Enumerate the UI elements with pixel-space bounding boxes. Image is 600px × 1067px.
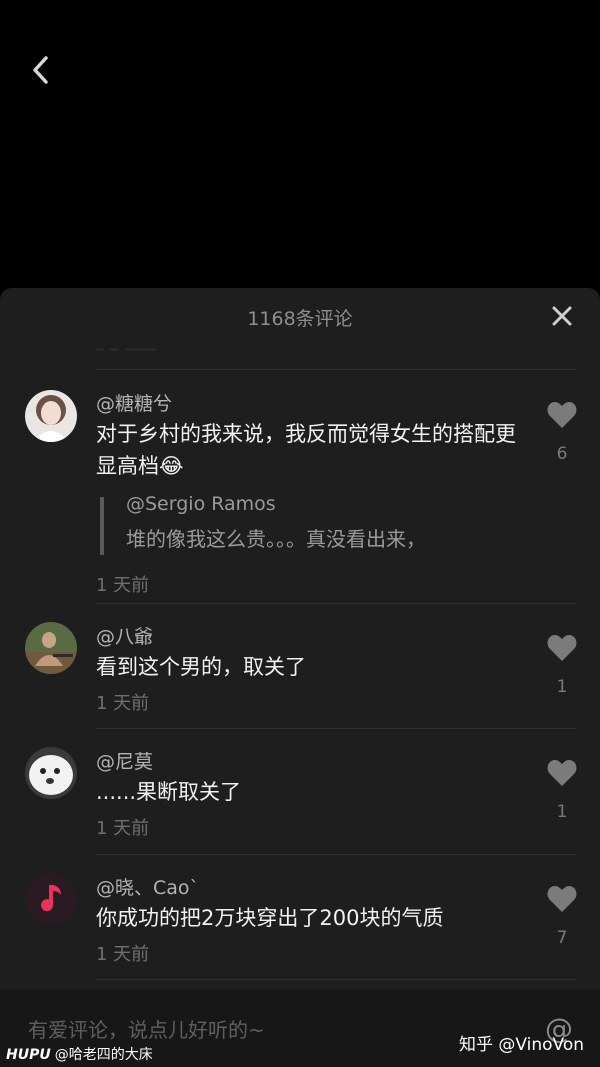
comment-text: 看到这个男的，取关了 <box>96 655 306 679</box>
watermark-handle: @哈老四的大床 <box>54 1047 153 1063</box>
heart-icon <box>547 635 577 661</box>
sheet-header: 1168条评论 <box>0 288 600 346</box>
divider <box>96 728 576 729</box>
comment-text: 对于乡村的我来说，我反而觉得女生的搭配更显高档😂 <box>96 422 516 478</box>
comment-time: 1 天前 <box>96 944 150 965</box>
comment-time: 1 天前 <box>96 818 150 839</box>
divider <box>96 603 576 604</box>
comment-username[interactable]: @八爺 <box>96 622 153 649</box>
heart-icon <box>547 402 577 428</box>
like-count: 6 <box>556 444 568 464</box>
avatar[interactable] <box>25 747 77 799</box>
avatar[interactable] <box>25 390 77 442</box>
avatar[interactable] <box>25 873 77 925</box>
hupu-logo: HUPU <box>6 1047 51 1063</box>
divider <box>96 979 576 980</box>
quoted-comment: @Sergio Ramos 堆的像我这么贵。。。真没看出来， <box>100 493 540 555</box>
hupu-watermark: HUPU @哈老四的大床 <box>6 1044 153 1064</box>
avatar[interactable] <box>25 622 77 674</box>
comment-username[interactable]: @糖糖兮 <box>96 389 172 416</box>
clipped-previous-comment <box>96 346 576 370</box>
comment-time: 1 天前 <box>96 575 150 596</box>
quoted-username: @Sergio Ramos <box>126 493 276 515</box>
music-note-icon <box>25 873 77 925</box>
like-button[interactable]: 7 <box>545 884 579 948</box>
comment-username[interactable]: @晓、Cao` <box>96 873 199 900</box>
comment-text: ......果断取关了 <box>96 780 242 804</box>
heart-icon <box>547 760 577 786</box>
comment-text: 你成功的把2万块穿出了200块的气质 <box>96 906 444 930</box>
like-button[interactable]: 1 <box>545 758 579 822</box>
comment-input[interactable]: 有爱评论，说点儿好听的~ <box>28 1014 265 1043</box>
heart-icon <box>547 886 577 912</box>
like-count: 7 <box>556 928 568 948</box>
comment-time: 1 天前 <box>96 693 150 714</box>
like-count: 1 <box>556 677 568 697</box>
back-button[interactable] <box>22 50 62 90</box>
divider <box>96 854 576 855</box>
chevron-left-icon <box>33 56 48 84</box>
like-count: 1 <box>556 802 568 822</box>
close-icon <box>552 306 572 326</box>
comment-username[interactable]: @尼莫 <box>96 747 153 774</box>
quoted-text: 堆的像我这么贵。。。真没看出来， <box>126 527 426 551</box>
close-button[interactable] <box>550 304 574 328</box>
zhihu-watermark: 知乎 @VinoVon <box>458 1035 584 1055</box>
like-button[interactable]: 6 <box>545 400 579 464</box>
divider <box>96 369 576 370</box>
comment-count-title: 1168条评论 <box>247 308 353 330</box>
like-button[interactable]: 1 <box>545 633 579 697</box>
